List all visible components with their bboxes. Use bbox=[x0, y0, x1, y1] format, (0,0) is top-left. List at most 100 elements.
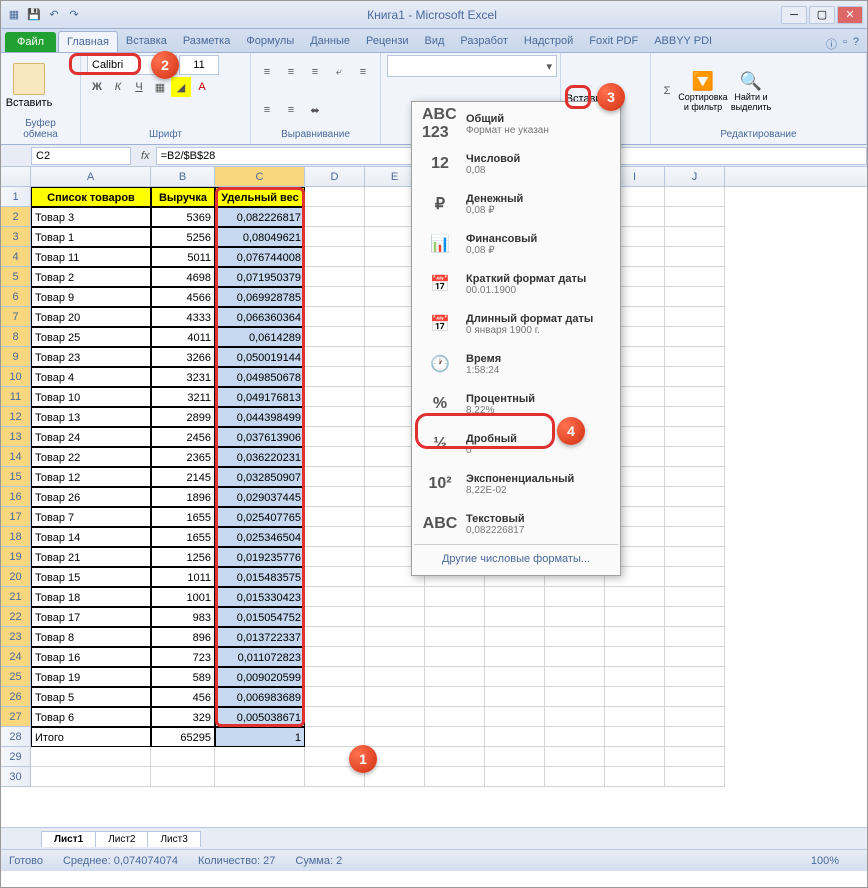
cell[interactable] bbox=[365, 587, 425, 607]
cell[interactable] bbox=[425, 727, 485, 747]
tab-вставка[interactable]: Вставка bbox=[118, 31, 175, 52]
cell[interactable] bbox=[425, 667, 485, 687]
cell[interactable] bbox=[305, 407, 365, 427]
col-header-D[interactable]: D bbox=[305, 167, 365, 186]
row-header[interactable]: 12 bbox=[1, 407, 31, 427]
help-icon[interactable]: ⓘ bbox=[826, 36, 837, 52]
cell[interactable] bbox=[665, 727, 725, 747]
format-option-5[interactable]: 📅Длинный формат даты0 января 1900 г. bbox=[414, 304, 618, 344]
tab-главная[interactable]: Главная bbox=[58, 31, 118, 52]
cell[interactable]: Итого bbox=[31, 727, 151, 747]
wrap-text-button[interactable]: ⤶ bbox=[329, 62, 349, 82]
cell[interactable]: 0,037613906 bbox=[215, 427, 305, 447]
cell[interactable]: 0,015330423 bbox=[215, 587, 305, 607]
cell[interactable] bbox=[425, 687, 485, 707]
cell[interactable]: 0,011072823 bbox=[215, 647, 305, 667]
minimize-button[interactable]: ─ bbox=[781, 6, 807, 24]
cell[interactable] bbox=[485, 607, 545, 627]
cell[interactable] bbox=[425, 747, 485, 767]
tab-разработ[interactable]: Разработ bbox=[452, 31, 515, 52]
cell[interactable] bbox=[665, 347, 725, 367]
cell[interactable] bbox=[365, 607, 425, 627]
cell[interactable] bbox=[665, 207, 725, 227]
cell[interactable]: Товар 10 bbox=[31, 387, 151, 407]
row-header[interactable]: 14 bbox=[1, 447, 31, 467]
cell[interactable]: Товар 24 bbox=[31, 427, 151, 447]
tab-вид[interactable]: Вид bbox=[417, 31, 453, 52]
underline-button[interactable]: Ч bbox=[129, 77, 149, 97]
row-header[interactable]: 26 bbox=[1, 687, 31, 707]
cell[interactable]: Товар 22 bbox=[31, 447, 151, 467]
format-option-6[interactable]: 🕐Время1:58:24 bbox=[414, 344, 618, 384]
row-header[interactable]: 3 bbox=[1, 227, 31, 247]
cell[interactable]: 0,049850678 bbox=[215, 367, 305, 387]
cell[interactable]: Товар 2 bbox=[31, 267, 151, 287]
cell[interactable]: Товар 23 bbox=[31, 347, 151, 367]
cell[interactable]: 0,032850907 bbox=[215, 467, 305, 487]
cell[interactable]: Удельный вес bbox=[215, 187, 305, 207]
cell[interactable] bbox=[305, 247, 365, 267]
row-header[interactable]: 22 bbox=[1, 607, 31, 627]
cell[interactable] bbox=[305, 267, 365, 287]
font-color-button[interactable]: A bbox=[192, 77, 212, 97]
cell[interactable] bbox=[305, 547, 365, 567]
minimize-ribbon-icon[interactable]: ▫ bbox=[843, 36, 847, 52]
cell[interactable]: 0,013722337 bbox=[215, 627, 305, 647]
cell[interactable]: 0,036220231 bbox=[215, 447, 305, 467]
cell[interactable] bbox=[151, 767, 215, 787]
align-left-button[interactable]: ≡ bbox=[353, 62, 373, 82]
cell[interactable] bbox=[665, 187, 725, 207]
cell[interactable]: 0,071950379 bbox=[215, 267, 305, 287]
cell[interactable] bbox=[665, 527, 725, 547]
row-header[interactable]: 23 bbox=[1, 627, 31, 647]
cell[interactable]: Товар 16 bbox=[31, 647, 151, 667]
cell[interactable]: Товар 18 bbox=[31, 587, 151, 607]
autosum-button[interactable]: Σ bbox=[657, 81, 677, 101]
cell[interactable]: 723 bbox=[151, 647, 215, 667]
row-header[interactable]: 16 bbox=[1, 487, 31, 507]
cell[interactable] bbox=[365, 707, 425, 727]
cell[interactable]: 0,066360364 bbox=[215, 307, 305, 327]
cell[interactable]: Товар 13 bbox=[31, 407, 151, 427]
format-option-9[interactable]: 10²Экспоненциальный8,22E-02 bbox=[414, 464, 618, 504]
cell[interactable] bbox=[545, 667, 605, 687]
row-header[interactable]: 17 bbox=[1, 507, 31, 527]
cell[interactable] bbox=[305, 587, 365, 607]
align-bot-button[interactable]: ≡ bbox=[305, 62, 325, 82]
cell[interactable]: 0,019235776 bbox=[215, 547, 305, 567]
cell[interactable] bbox=[605, 767, 665, 787]
cell[interactable]: 1256 bbox=[151, 547, 215, 567]
row-header[interactable]: 21 bbox=[1, 587, 31, 607]
cell[interactable]: 0,069928785 bbox=[215, 287, 305, 307]
cell[interactable] bbox=[545, 647, 605, 667]
cell[interactable] bbox=[605, 727, 665, 747]
cell[interactable]: 456 bbox=[151, 687, 215, 707]
cell[interactable]: 0,029037445 bbox=[215, 487, 305, 507]
cell[interactable] bbox=[605, 667, 665, 687]
cell[interactable] bbox=[665, 447, 725, 467]
cell[interactable]: 0,005038671 bbox=[215, 707, 305, 727]
cell[interactable] bbox=[665, 427, 725, 447]
cell[interactable]: 3211 bbox=[151, 387, 215, 407]
row-header[interactable]: 30 bbox=[1, 767, 31, 787]
cell[interactable] bbox=[485, 687, 545, 707]
format-option-0[interactable]: ABC 123ОбщийФормат не указан bbox=[414, 104, 618, 144]
row-header[interactable]: 1 bbox=[1, 187, 31, 207]
font-size-input[interactable] bbox=[179, 55, 219, 75]
cell[interactable] bbox=[305, 387, 365, 407]
file-tab[interactable]: Файл bbox=[5, 32, 56, 52]
cell[interactable] bbox=[305, 707, 365, 727]
align-top-button[interactable]: ≡ bbox=[257, 62, 277, 82]
format-option-2[interactable]: ₽Денежный0,08 ₽ bbox=[414, 184, 618, 224]
cell[interactable]: 1896 bbox=[151, 487, 215, 507]
cell[interactable]: 65295 bbox=[151, 727, 215, 747]
cell[interactable] bbox=[665, 547, 725, 567]
cell[interactable] bbox=[365, 767, 425, 787]
cell[interactable] bbox=[665, 687, 725, 707]
cell[interactable]: Товар 9 bbox=[31, 287, 151, 307]
cell[interactable] bbox=[305, 507, 365, 527]
cell[interactable] bbox=[545, 707, 605, 727]
cell[interactable] bbox=[605, 587, 665, 607]
cell[interactable]: Товар 8 bbox=[31, 627, 151, 647]
sheet-tab[interactable]: Лист1 bbox=[41, 831, 96, 847]
